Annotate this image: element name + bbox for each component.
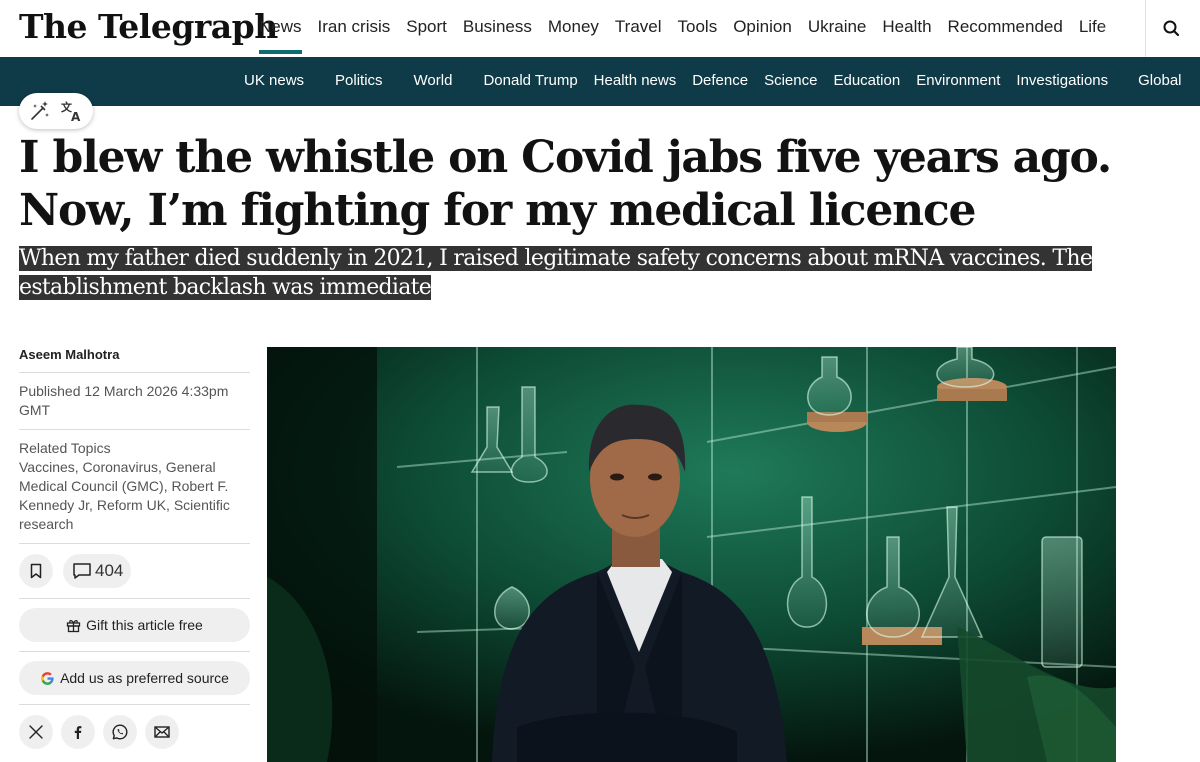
nav-item-travel[interactable]: Travel <box>607 0 670 54</box>
bookmark-icon <box>30 563 42 579</box>
gift-icon <box>66 619 81 632</box>
related-topics-heading: Related Topics <box>19 440 111 456</box>
nav-item-iran-crisis[interactable]: Iran crisis <box>310 0 399 54</box>
nav-fade <box>1101 0 1141 57</box>
divider <box>19 598 250 599</box>
telegraph-logo[interactable]: The Telegraph <box>19 7 278 47</box>
subnav-item-defence[interactable]: Defence <box>684 57 756 104</box>
subnav-item-global[interactable]: Global <box>1130 57 1189 104</box>
divider <box>19 543 250 544</box>
subnav-item-donald-trump[interactable]: Donald Trump <box>475 57 585 104</box>
subnav-item-health-news[interactable]: Health news <box>586 57 685 104</box>
share-x-button[interactable] <box>19 715 53 749</box>
nav-item-recommended[interactable]: Recommended <box>940 0 1071 54</box>
subnav-item-world[interactable]: World <box>406 57 476 104</box>
article-sidebar: Aseem Malhotra Published 12 March 2026 4… <box>19 340 250 750</box>
search-button[interactable] <box>1155 12 1187 44</box>
comments-button[interactable]: 404 <box>63 554 132 588</box>
subnav-item-science[interactable]: Science <box>756 57 825 104</box>
share-email-button[interactable] <box>145 715 179 749</box>
article-actions: 404 <box>19 553 250 589</box>
browser-tool-pill: 文 A <box>19 93 93 129</box>
nav-item-opinion[interactable]: Opinion <box>725 0 800 54</box>
google-icon <box>41 671 54 685</box>
translate-icon: 文 A <box>61 100 81 124</box>
gift-article-label: Gift this article free <box>86 617 203 633</box>
magic-wand-icon <box>31 101 49 120</box>
top-bar: The Telegraph News Iran crisis Sport Bus… <box>0 0 1200 57</box>
sub-nav: UK news Politics World Donald Trump Heal… <box>0 57 1200 106</box>
nav-item-sport[interactable]: Sport <box>398 0 455 54</box>
subnav-item-politics[interactable]: Politics <box>312 57 406 104</box>
subnav-item-investigations[interactable]: Investigations <box>1008 57 1130 104</box>
main-nav: News Iran crisis Sport Business Money Tr… <box>251 0 1141 57</box>
published-date: Published 12 March 2026 4:33pm GMT <box>19 383 229 418</box>
subnav-item-environment[interactable]: Environment <box>908 57 1008 104</box>
author-name[interactable]: Aseem Malhotra <box>19 347 250 363</box>
share-facebook-button[interactable] <box>61 715 95 749</box>
lead-photo-illustration <box>267 347 1116 762</box>
whatsapp-icon <box>112 724 128 740</box>
share-whatsapp-button[interactable] <box>103 715 137 749</box>
email-icon <box>154 726 170 738</box>
nav-item-ukraine[interactable]: Ukraine <box>800 0 875 54</box>
bookmark-button[interactable] <box>19 554 53 588</box>
divider <box>19 651 250 652</box>
comment-icon <box>73 563 91 579</box>
related-topics-list[interactable]: Vaccines, Coronavirus, General Medical C… <box>19 458 250 534</box>
nav-item-money[interactable]: Money <box>540 0 607 54</box>
svg-text:A: A <box>71 110 81 123</box>
article-lead-image <box>267 347 1116 762</box>
subnav-item-uk-news[interactable]: UK news <box>236 57 312 104</box>
magic-wand-button[interactable] <box>28 99 52 123</box>
article-headline: I blew the whistle on Covid jabs five ye… <box>19 132 1112 236</box>
standfirst-text: When my father died suddenly in 2021, I … <box>19 246 1093 300</box>
nav-divider <box>1145 0 1146 57</box>
facebook-icon <box>74 726 82 739</box>
nav-item-business[interactable]: Business <box>455 0 540 54</box>
comment-count: 404 <box>95 561 124 580</box>
article-standfirst: When my father died suddenly in 2021, I … <box>19 244 1139 302</box>
nav-item-health[interactable]: Health <box>874 0 939 54</box>
nav-item-tools[interactable]: Tools <box>670 0 726 54</box>
share-row <box>19 714 250 750</box>
divider <box>19 429 250 430</box>
nav-item-news[interactable]: News <box>251 0 310 54</box>
preferred-source-label: Add us as preferred source <box>60 670 229 686</box>
divider <box>19 704 250 705</box>
subnav-item-education[interactable]: Education <box>825 57 908 104</box>
gift-article-button[interactable]: Gift this article free <box>19 608 250 642</box>
x-icon <box>29 725 43 739</box>
search-icon <box>1163 20 1180 37</box>
preferred-source-button[interactable]: Add us as preferred source <box>19 661 250 695</box>
translate-button[interactable]: 文 A <box>60 99 84 124</box>
divider <box>19 372 250 373</box>
